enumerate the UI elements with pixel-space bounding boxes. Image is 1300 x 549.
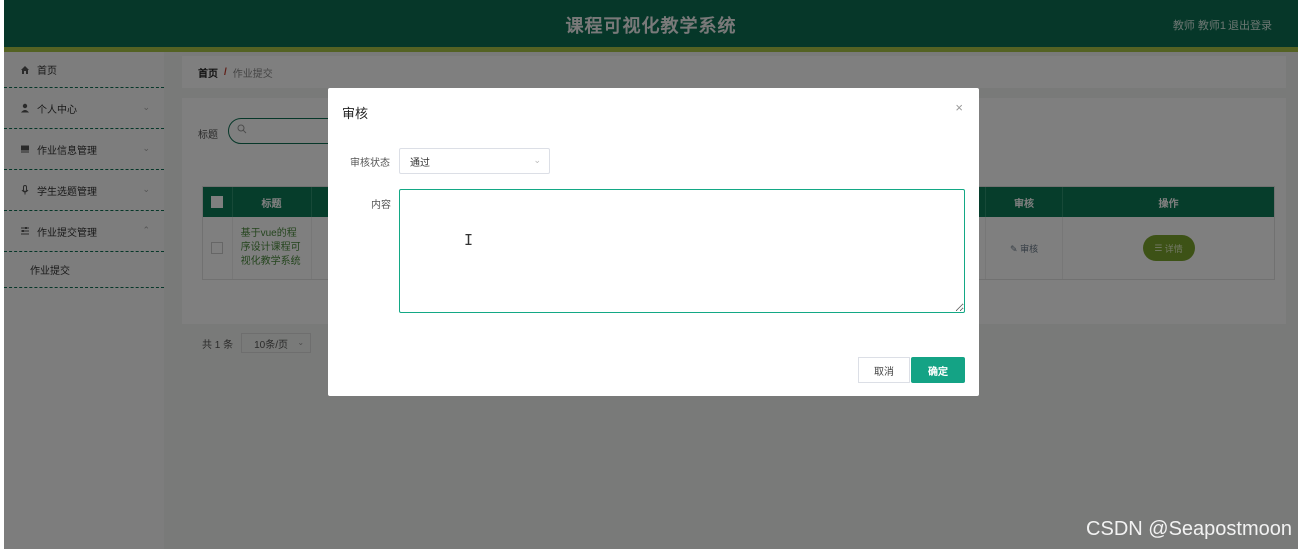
close-icon[interactable]: × xyxy=(955,100,963,115)
app-frame: 课程可视化教学系统 教师 教师1 退出登录 首页 个人中心 ⌄ 作业信息管理 ⌄ xyxy=(4,0,1298,549)
content-label: 内容 xyxy=(371,200,391,211)
confirm-button[interactable]: 确定 xyxy=(911,357,965,383)
dialog-title: 审核 xyxy=(342,106,369,121)
audit-dialog: 审核 × 审核状态 通过 ⌄ 内容 I 取消 确定 xyxy=(328,88,979,396)
cancel-button[interactable]: 取消 xyxy=(858,357,910,383)
status-select-value: 通过 xyxy=(410,157,430,169)
chevron-down-icon: ⌄ xyxy=(533,155,541,165)
text-cursor-icon: I xyxy=(464,231,474,249)
content-textarea[interactable] xyxy=(399,189,965,313)
status-label: 审核状态 xyxy=(350,158,390,169)
watermark: CSDN @Seapostmoon xyxy=(1086,518,1292,540)
status-select[interactable]: 通过 ⌄ xyxy=(399,148,550,174)
